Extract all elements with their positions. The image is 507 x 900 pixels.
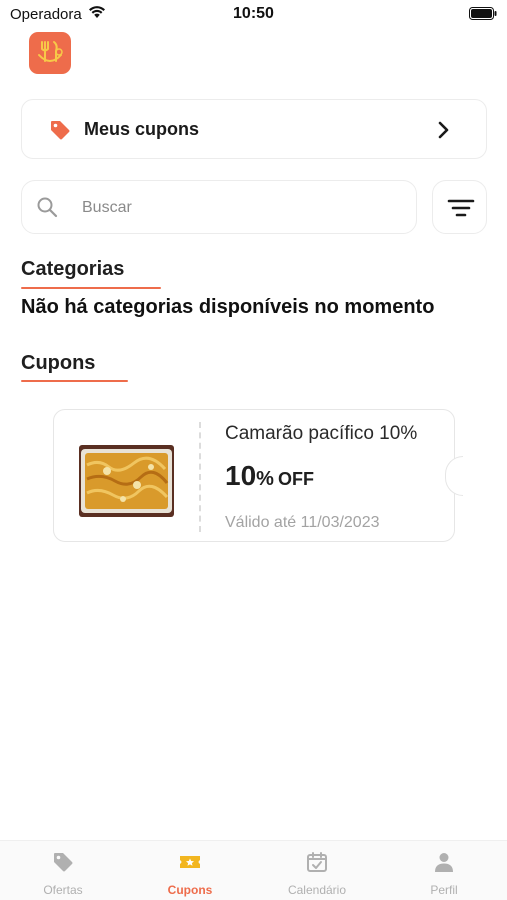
- calendar-icon: [307, 852, 327, 872]
- tag-icon: [54, 853, 73, 872]
- coupon-validity: Válido até 11/03/2023: [225, 514, 380, 531]
- coupon-discount-number: 10: [225, 460, 257, 491]
- tab-calendario[interactable]: Calendário: [254, 841, 380, 900]
- tab-ofertas[interactable]: Ofertas: [0, 841, 126, 900]
- tab-bar: Ofertas Cupons Calendário Perfil: [0, 840, 507, 900]
- tab-label: Perfil: [430, 883, 458, 897]
- my-coupons-button[interactable]: Meus cupons: [21, 99, 487, 159]
- coupon-name: Camarão pacífico 10%: [225, 423, 418, 444]
- chevron-right-icon: [438, 121, 449, 139]
- coupon-ticket-icon: [180, 856, 200, 868]
- categories-title: Categorias: [21, 258, 125, 280]
- coupon-notch: [445, 456, 463, 496]
- coupon-discount-suffix: OFF: [277, 469, 314, 489]
- filter-button[interactable]: [432, 180, 487, 234]
- tab-label: Cupons: [167, 883, 213, 897]
- coupons-underline: [21, 380, 128, 382]
- search-icon: [37, 197, 58, 218]
- tag-icon: [51, 121, 70, 140]
- my-coupons-label: Meus cupons: [84, 119, 200, 139]
- coupon-divider: [199, 422, 201, 532]
- coupon-discount-unit: %: [256, 468, 274, 490]
- coupons-title: Cupons: [21, 352, 96, 374]
- person-icon: [435, 853, 453, 872]
- restaurant-logo-icon: [29, 32, 71, 74]
- search-box[interactable]: [21, 180, 417, 234]
- tab-cupons[interactable]: Cupons: [127, 841, 253, 900]
- categories-empty-message: Não há categorias disponíveis no momento: [21, 296, 435, 318]
- coupon-card[interactable]: Camarão pacífico 10% 10% OFF Válido até 1…: [53, 409, 463, 542]
- coupon-image: [79, 445, 174, 517]
- battery-icon: [469, 7, 497, 20]
- tab-perfil[interactable]: Perfil: [381, 841, 507, 900]
- search-input[interactable]: [82, 195, 402, 221]
- status-bar: Operadora 10:50: [0, 0, 507, 28]
- coupon-discount: 10% OFF: [225, 460, 314, 492]
- status-time: 10:50: [233, 5, 274, 22]
- tab-label: Ofertas: [43, 883, 83, 897]
- categories-underline: [21, 287, 161, 289]
- tab-label: Calendário: [287, 883, 347, 897]
- filter-icon: [447, 199, 475, 217]
